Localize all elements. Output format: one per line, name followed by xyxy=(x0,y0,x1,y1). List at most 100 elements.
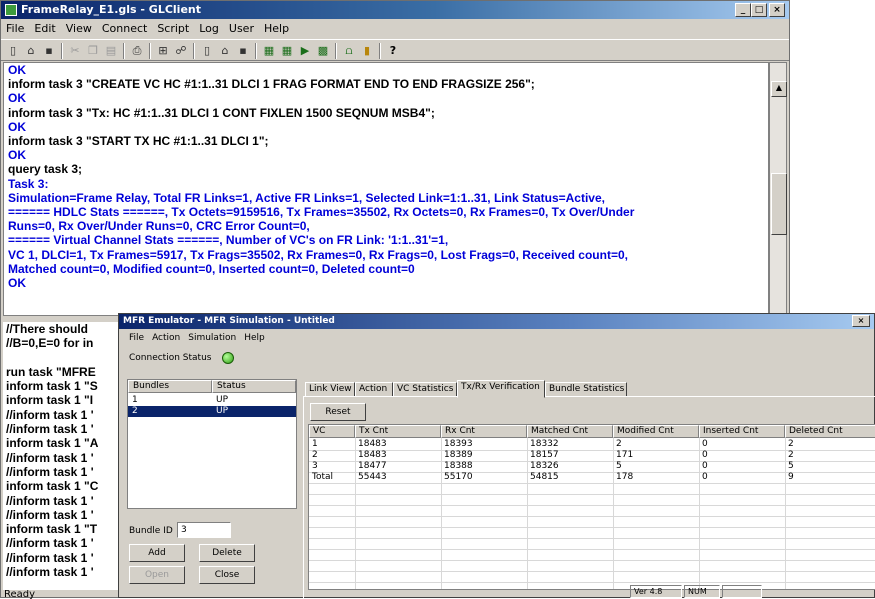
console-line: OK xyxy=(8,276,26,291)
scroll-up-icon[interactable]: ▲ xyxy=(771,81,787,97)
script-line: //inform task 1 ' xyxy=(6,464,94,479)
column-header-deleted-cnt[interactable]: Deleted Cnt xyxy=(785,425,875,438)
menu-script[interactable]: Script xyxy=(152,20,194,38)
print-icon[interactable]: ⎙ xyxy=(129,43,145,59)
glclient-title-bar[interactable]: FrameRelay_E1.gls - GLClient _ □ × xyxy=(1,1,789,19)
glclient-menu-bar: File Edit View Connect Script Log User Help xyxy=(1,20,789,38)
column-header-rx-cnt[interactable]: Rx Cnt xyxy=(441,425,527,438)
table-cell: 18477 xyxy=(358,461,387,471)
cut-icon[interactable]: ✂ xyxy=(67,43,83,59)
console-output[interactable]: OK inform task 3 "CREATE VC HC #1:1..31 … xyxy=(3,62,769,316)
network-icon[interactable]: ⩍ xyxy=(341,43,357,59)
column-header-tx-cnt[interactable]: Tx Cnt xyxy=(355,425,441,438)
users-icon[interactable]: ☍ xyxy=(173,43,189,59)
bundles-column-header[interactable]: Bundles xyxy=(128,380,212,393)
mfr-close-button[interactable]: × xyxy=(852,315,870,327)
script-line: //inform task 1 ' xyxy=(6,536,94,551)
column-header-vc[interactable]: VC xyxy=(309,425,355,438)
tab-bundle-statistics[interactable]: Bundle Statistics xyxy=(545,382,627,397)
new-script-icon[interactable]: ▯ xyxy=(199,43,215,59)
help-icon[interactable]: ? xyxy=(385,43,401,59)
column-header-matched-cnt[interactable]: Matched Cnt xyxy=(527,425,613,438)
console-line: OK xyxy=(8,119,26,134)
script-line: inform task 1 "S xyxy=(6,379,98,394)
bundle-id-input[interactable]: 3 xyxy=(177,522,231,538)
script-line: //inform task 1 ' xyxy=(6,550,94,565)
table-cell: 0 xyxy=(702,439,708,449)
table-cell: 178 xyxy=(616,472,634,482)
column-header-inserted-cnt[interactable]: Inserted Cnt xyxy=(699,425,785,438)
bundle-status: UP xyxy=(216,406,229,416)
close-button[interactable]: × xyxy=(769,3,785,17)
reset-button[interactable]: Reset xyxy=(310,403,366,421)
connection-status-label: Connection Status xyxy=(129,353,212,363)
scrollbar-thumb[interactable] xyxy=(771,173,787,235)
column-header-modified-cnt[interactable]: Modified Cnt xyxy=(613,425,699,438)
toolbar-separator xyxy=(123,43,125,59)
menu-log[interactable]: Log xyxy=(194,20,224,38)
script-editor[interactable]: //There should //B=0,E=0 for in run task… xyxy=(3,322,123,590)
grid-line xyxy=(309,494,875,495)
mfr-menu-help[interactable]: Help xyxy=(240,331,269,345)
console-line: inform task 3 "START TX HC #1:1..31 DLCI… xyxy=(8,134,269,149)
grid-line xyxy=(309,549,875,550)
delete-button[interactable]: Delete xyxy=(199,544,255,562)
step-icon[interactable]: ▦ xyxy=(279,43,295,59)
menu-view[interactable]: View xyxy=(61,20,97,38)
table-cell: 3 xyxy=(312,461,318,471)
open-folder-icon[interactable]: ⌂ xyxy=(23,43,39,59)
bundle-row-selected[interactable]: 2 UP xyxy=(128,406,296,417)
menu-edit[interactable]: Edit xyxy=(29,20,60,38)
open-script-icon[interactable]: ⌂ xyxy=(217,43,233,59)
bundles-list[interactable]: Bundles Status 1 UP 2 UP xyxy=(127,379,297,509)
log-icon[interactable]: ▩ xyxy=(315,43,331,59)
verification-table[interactable]: VC Tx Cnt Rx Cnt Matched Cnt Modified Cn… xyxy=(308,424,875,590)
console-line: inform task 3 "Tx: HC #1:1..31 DLCI 1 CO… xyxy=(8,105,435,120)
add-button[interactable]: Add xyxy=(129,544,185,562)
menu-file[interactable]: File xyxy=(1,20,29,38)
grid-line xyxy=(309,560,875,561)
table-cell: 2 xyxy=(788,439,794,449)
signal-icon[interactable]: ▮ xyxy=(359,43,375,59)
table-cell: 2 xyxy=(788,450,794,460)
tab-action[interactable]: Action xyxy=(355,382,393,397)
mfr-menu-simulation[interactable]: Simulation xyxy=(184,331,240,345)
connect-icon[interactable]: ⊞ xyxy=(155,43,171,59)
copy-icon[interactable]: ❐ xyxy=(85,43,101,59)
table-cell: 5 xyxy=(788,461,794,471)
menu-user[interactable]: User xyxy=(224,20,259,38)
run-icon[interactable]: ▦ xyxy=(261,43,277,59)
table-cell: 0 xyxy=(702,472,708,482)
save-script-icon[interactable]: ▪ xyxy=(235,43,251,59)
mfr-title-bar[interactable]: MFR Emulator - MFR Simulation - Untitled… xyxy=(119,314,874,329)
console-line: VC 1, DLCI=1, Tx Frames=5917, Tx Frags=3… xyxy=(8,247,628,262)
paste-icon[interactable]: ▤ xyxy=(103,43,119,59)
maximize-button[interactable]: □ xyxy=(751,3,767,17)
script-line: //inform task 1 ' xyxy=(6,493,94,508)
console-scrollbar[interactable]: ▲ xyxy=(769,62,787,316)
tab-tx-rx-verification[interactable]: Tx/Rx Verification xyxy=(457,380,545,398)
minimize-button[interactable]: _ xyxy=(735,3,751,17)
toolbar-separator xyxy=(335,43,337,59)
script-line: inform task 1 "C xyxy=(6,479,99,494)
mfr-menu-action[interactable]: Action xyxy=(148,331,184,345)
bundle-row[interactable]: 1 UP xyxy=(128,395,296,406)
open-button[interactable]: Open xyxy=(129,566,185,584)
menu-connect[interactable]: Connect xyxy=(97,20,152,38)
status-column-header[interactable]: Status xyxy=(212,380,296,393)
grid-line xyxy=(309,516,875,517)
stop-icon[interactable]: ▶ xyxy=(297,43,313,59)
script-line: //inform task 1 ' xyxy=(6,507,94,522)
new-file-icon[interactable]: ▯ xyxy=(5,43,21,59)
mfr-menu-file[interactable]: File xyxy=(125,331,148,345)
menu-help[interactable]: Help xyxy=(259,20,294,38)
close-bundle-button[interactable]: Close xyxy=(199,566,255,584)
tab-link-view[interactable]: Link View xyxy=(305,382,355,397)
mfr-emulator-window: MFR Emulator - MFR Simulation - Untitled… xyxy=(118,313,875,599)
toolbar-separator xyxy=(193,43,195,59)
app-icon xyxy=(5,4,17,16)
save-icon[interactable]: ▪ xyxy=(41,43,57,59)
script-line: inform task 1 "T xyxy=(6,522,98,537)
tab-vc-statistics[interactable]: VC Statistics xyxy=(393,382,457,397)
script-line: //inform task 1 ' xyxy=(6,407,94,422)
